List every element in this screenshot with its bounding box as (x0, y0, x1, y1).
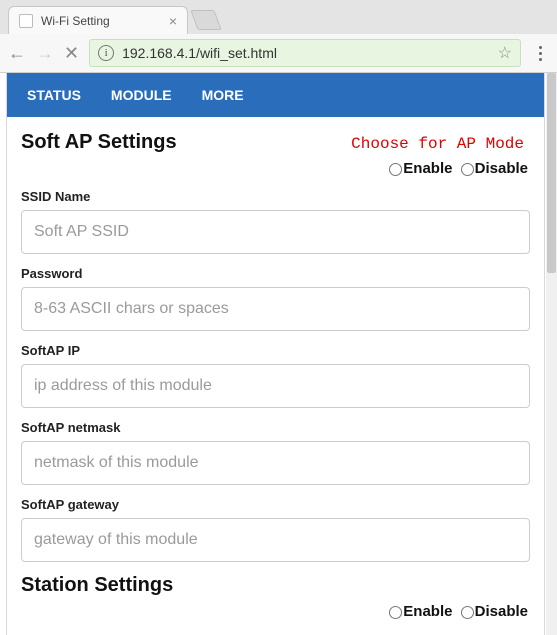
softap-netmask-input[interactable] (21, 441, 530, 485)
nav-module[interactable]: MODULE (111, 87, 172, 103)
tab-strip: Wi-Fi Setting × (0, 0, 557, 34)
softap-gateway-input[interactable] (21, 518, 530, 562)
tab-title: Wi-Fi Setting (41, 14, 110, 28)
address-bar[interactable]: i 192.168.4.1/wifi_set.html ☆ (89, 39, 521, 67)
password-input[interactable] (21, 287, 530, 331)
forward-button[interactable]: → (36, 44, 54, 62)
browser-toolbar: ← → ✕ i 192.168.4.1/wifi_set.html ☆ (0, 34, 557, 72)
station-disable-option[interactable]: Disable (461, 603, 528, 620)
softap-disable-radio[interactable] (461, 163, 474, 176)
station-disable-radio[interactable] (461, 606, 474, 619)
browser-chrome: Wi-Fi Setting × ← → ✕ i 192.168.4.1/wifi… (0, 0, 557, 73)
stop-button[interactable]: ✕ (64, 44, 79, 62)
station-enable-row: Enable Disable (21, 603, 530, 620)
back-button[interactable]: ← (8, 44, 26, 62)
bookmark-star-icon[interactable]: ☆ (498, 43, 512, 63)
page-body: STATUS MODULE MORE Soft AP Settings Choo… (6, 73, 545, 635)
softap-section: Soft AP Settings Choose for AP Mode Enab… (7, 117, 544, 568)
softap-enable-row: Enable Disable (21, 160, 530, 177)
softap-heading: Soft AP Settings (21, 131, 177, 154)
softap-header-row: Soft AP Settings Choose for AP Mode (21, 131, 530, 154)
station-section: Station Settings Enable Disable (7, 568, 544, 626)
softap-gateway-label: SoftAP gateway (21, 497, 530, 512)
softap-ip-input[interactable] (21, 364, 530, 408)
url-text: 192.168.4.1/wifi_set.html (122, 45, 490, 61)
password-label: Password (21, 266, 530, 281)
new-tab-button[interactable] (190, 10, 221, 30)
tab-favicon (19, 14, 33, 28)
ssid-input[interactable] (21, 210, 530, 254)
site-info-icon[interactable]: i (98, 45, 114, 61)
scrollbar-thumb[interactable] (547, 73, 556, 273)
browser-menu-button[interactable] (531, 46, 549, 61)
tab-close-icon[interactable]: × (169, 13, 177, 29)
softap-ip-label: SoftAP IP (21, 343, 530, 358)
station-heading: Station Settings (21, 574, 530, 597)
nav-more[interactable]: MORE (202, 87, 244, 103)
nav-status[interactable]: STATUS (27, 87, 81, 103)
station-enable-option[interactable]: Enable (389, 603, 452, 620)
page-navbar: STATUS MODULE MORE (7, 73, 544, 117)
softap-enable-option[interactable]: Enable (389, 160, 452, 177)
viewport: STATUS MODULE MORE Soft AP Settings Choo… (0, 73, 557, 635)
softap-netmask-label: SoftAP netmask (21, 420, 530, 435)
browser-tab[interactable]: Wi-Fi Setting × (8, 6, 188, 34)
ssid-label: SSID Name (21, 189, 530, 204)
station-enable-radio[interactable] (389, 606, 402, 619)
scrollbar-track[interactable] (546, 73, 557, 635)
softap-annotation: Choose for AP Mode (351, 135, 524, 153)
softap-disable-option[interactable]: Disable (461, 160, 528, 177)
softap-enable-radio[interactable] (389, 163, 402, 176)
